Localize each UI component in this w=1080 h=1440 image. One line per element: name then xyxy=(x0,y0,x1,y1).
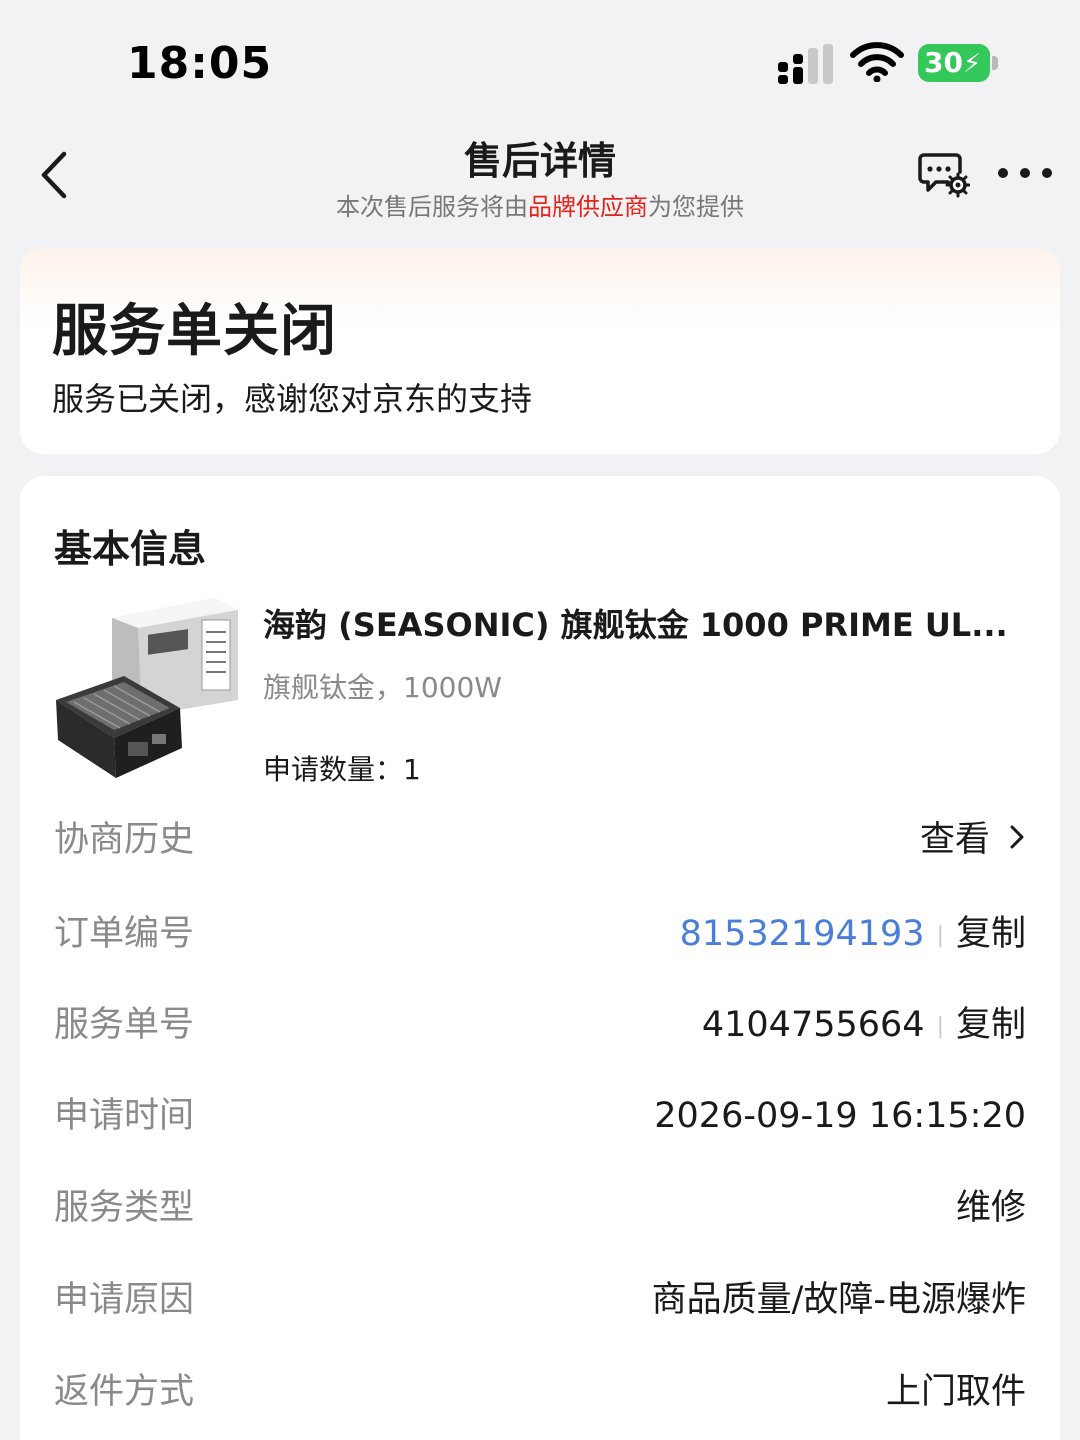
more-options-icon[interactable] xyxy=(996,166,1054,180)
history-view-link[interactable]: 查看 xyxy=(920,810,1026,870)
quantity-label: 申请数量： xyxy=(263,753,404,786)
history-label: 协商历史 xyxy=(54,820,195,860)
copy-order-number-button[interactable]: 复制 xyxy=(956,914,1026,954)
info-row-order-number: 订单编号 81532194193 | 复制 xyxy=(54,904,1026,964)
info-row-service-number: 服务单号 4104755664 | 复制 xyxy=(54,995,1026,1055)
battery-level: 30 xyxy=(924,46,963,79)
service-status-card: 服务单关闭 服务已关闭，感谢您对京东的支持 xyxy=(20,248,1060,454)
product-image[interactable] xyxy=(54,598,240,782)
product-spec: 旗舰钛金，1000W xyxy=(263,671,502,704)
return-method-value: 上门取件 xyxy=(885,1372,1026,1412)
apply-reason-label: 申请原因 xyxy=(54,1280,195,1320)
product-name[interactable]: 海韵 (SEASONIC) 旗舰钛金 1000 PRIME UL... xyxy=(263,600,1023,646)
service-number-value: 4104755664 xyxy=(701,1005,925,1045)
status-time: 18:05 xyxy=(127,38,273,89)
copy-service-number-button[interactable]: 复制 xyxy=(956,1005,1026,1045)
info-row-history[interactable]: 协商历史 查看 xyxy=(54,810,1026,870)
divider: | xyxy=(936,1014,944,1039)
apply-time-label: 申请时间 xyxy=(54,1096,195,1136)
customer-service-icon[interactable] xyxy=(918,152,970,198)
battery-indicator: 30⚡ xyxy=(918,44,990,82)
service-number-value-group: 4104755664 | 复制 xyxy=(702,995,1026,1060)
product-quantity: 申请数量：1 xyxy=(263,748,421,788)
service-number-label: 服务单号 xyxy=(54,1005,195,1045)
subtitle-suffix: 为您提供 xyxy=(648,193,744,221)
section-title: 基本信息 xyxy=(54,527,207,571)
after-sales-detail-page: 18:05 30⚡ 售后详情 本次售后服务将由品牌供应商为您提供 服务单关闭 服… xyxy=(0,0,1080,1440)
order-number-label: 订单编号 xyxy=(54,914,195,954)
brand-supplier-text: 品牌供应商 xyxy=(528,193,648,221)
chevron-right-icon xyxy=(1010,825,1024,849)
apply-time-value: 2026-09-19 16:15:20 xyxy=(654,1096,1026,1136)
order-number-value-group: 81532194193 | 复制 xyxy=(680,904,1026,969)
quantity-value: 1 xyxy=(403,753,421,786)
status-title: 服务单关闭 xyxy=(52,299,337,364)
info-row-return-method: 返件方式 上门取件 xyxy=(54,1362,1026,1422)
status-description: 服务已关闭，感谢您对京东的支持 xyxy=(52,380,533,418)
apply-reason-value: 商品质量/故障-电源爆炸 xyxy=(651,1280,1026,1320)
service-type-label: 服务类型 xyxy=(54,1188,195,1228)
wifi-icon xyxy=(850,42,904,82)
subtitle-prefix: 本次售后服务将由 xyxy=(336,193,528,221)
info-row-service-type: 服务类型 维修 xyxy=(54,1178,1026,1238)
battery-tip xyxy=(992,56,998,70)
return-method-label: 返件方式 xyxy=(54,1372,195,1412)
cellular-signal-icon xyxy=(778,44,833,84)
service-type-value: 维修 xyxy=(955,1188,1026,1228)
info-row-apply-time: 申请时间 2026-09-19 16:15:20 xyxy=(54,1086,1026,1146)
divider: | xyxy=(936,923,944,948)
charging-bolt-icon: ⚡ xyxy=(962,49,982,79)
basic-info-card: 基本信息 海韵 (SEASONIC) 旗舰钛金 1000 PRIME UL...… xyxy=(20,476,1060,1440)
info-row-apply-reason: 申请原因 商品质量/故障-电源爆炸 xyxy=(54,1270,1026,1330)
history-view-text: 查看 xyxy=(919,820,990,860)
status-bar: 18:05 30⚡ xyxy=(0,0,1080,120)
order-number-link[interactable]: 81532194193 xyxy=(680,914,925,954)
